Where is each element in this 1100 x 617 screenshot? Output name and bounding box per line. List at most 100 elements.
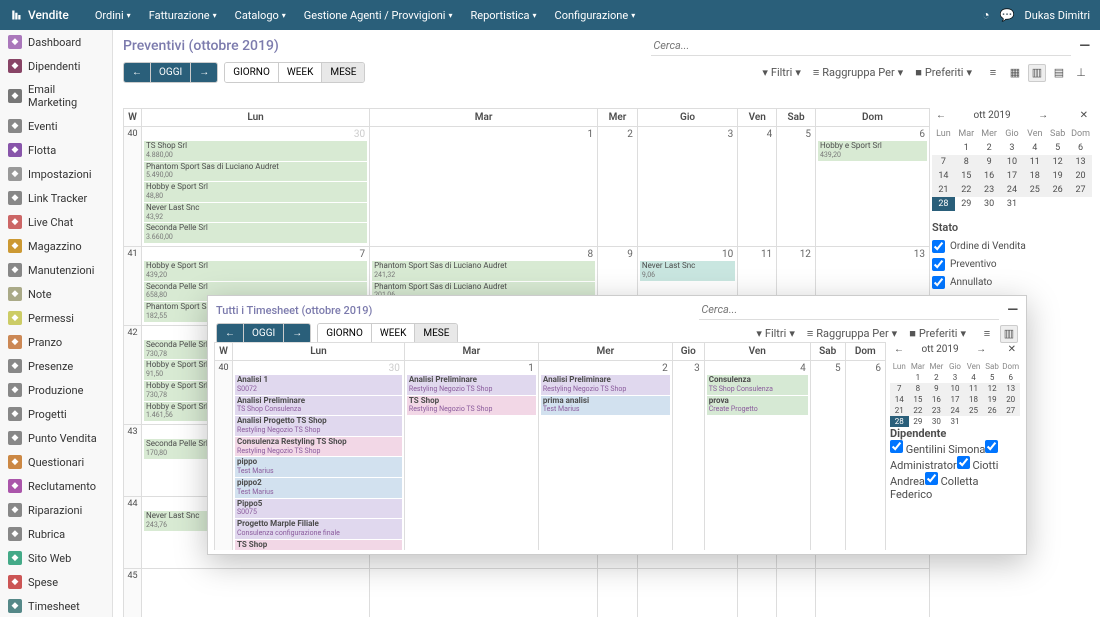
mini-day[interactable]: 22 <box>909 405 928 416</box>
mini-day[interactable]: 31 <box>946 416 965 427</box>
mini-day[interactable]: 26 <box>1046 183 1069 197</box>
mini-day[interactable] <box>983 416 1002 427</box>
topnav-menu-ordini[interactable]: Ordini ▾ <box>87 5 139 26</box>
calendar-day[interactable]: 4 <box>738 127 777 247</box>
calendar-day[interactable]: 3 <box>637 127 737 247</box>
overlay-calendar-view-icon[interactable]: ▥ <box>1000 325 1018 343</box>
mini-day[interactable] <box>890 372 909 383</box>
mini-day[interactable] <box>964 416 983 427</box>
dip-checkbox-gentilini-simona[interactable]: Gentilini Simona <box>890 443 985 456</box>
calendar-event[interactable]: Seconda Pelle Srl3.660,00 <box>144 223 367 243</box>
mini-day[interactable]: 30 <box>927 416 946 427</box>
sidebar-item-produzione[interactable]: ◆Produzione <box>0 378 112 402</box>
mini-day[interactable]: 12 <box>1046 155 1069 169</box>
timesheet-event[interactable]: provaCreate Progetto <box>707 396 808 416</box>
mini-day[interactable]: 29 <box>955 197 978 211</box>
overlay-mini-close-icon[interactable]: ✕ <box>1004 342 1020 357</box>
view-week[interactable]: WEEK <box>372 324 416 343</box>
mini-day[interactable]: 7 <box>932 155 955 169</box>
mini-day[interactable]: 13 <box>1001 383 1020 394</box>
overlay-calendar-day[interactable]: 1Analisi PreliminareRestyling Negozio TS… <box>404 361 538 551</box>
mini-prev-icon[interactable]: ← <box>932 108 950 123</box>
timesheet-event[interactable]: Analisi Progetto TS ShopRestyling Negozi… <box>235 416 402 436</box>
sidebar-item-progetti[interactable]: ◆Progetti <box>0 402 112 426</box>
mini-day[interactable]: 3 <box>946 372 965 383</box>
mini-day[interactable]: 5 <box>1046 141 1069 155</box>
timesheet-event[interactable]: Pippo5S0075 <box>235 499 402 519</box>
pivot-view-icon[interactable]: ▤ <box>1050 64 1068 82</box>
user-menu[interactable]: Dukas Dimitri <box>1025 9 1090 22</box>
mini-day[interactable]: 27 <box>1069 183 1092 197</box>
mini-day[interactable]: 2 <box>978 141 1001 155</box>
graph-view-icon[interactable]: ⊥ <box>1072 64 1090 82</box>
search-input[interactable] <box>651 36 1071 56</box>
calendar-day[interactable] <box>142 569 370 617</box>
mini-day[interactable]: 17 <box>946 394 965 405</box>
stato-checkbox-preventivo[interactable]: Preventivo <box>932 258 1092 271</box>
timesheet-event[interactable]: TS ShopRestyling Negozio TS Shop <box>407 396 536 416</box>
timesheet-event[interactable]: TS ShopRestyling Negozio TS Shop <box>235 540 402 550</box>
overlay-mini-next-icon[interactable]: → <box>972 342 990 357</box>
today-button[interactable]: OGGI <box>151 63 191 82</box>
sidebar-item-riparazioni[interactable]: ◆Riparazioni <box>0 498 112 522</box>
mini-day[interactable]: 13 <box>1069 155 1092 169</box>
mini-day[interactable]: 6 <box>1069 141 1092 155</box>
mini-day[interactable]: 8 <box>955 155 978 169</box>
mini-close-icon[interactable]: ✕ <box>1076 108 1092 123</box>
timesheet-event[interactable]: Consulenza Restyling TS ShopRestyling Ne… <box>235 437 402 457</box>
stato-checkbox-ordine-di-vendita[interactable]: Ordine di Vendita <box>932 240 1092 253</box>
mini-day[interactable]: 20 <box>1001 394 1020 405</box>
overlay-calendar-day[interactable]: 5 <box>810 361 845 551</box>
mini-day[interactable]: 24 <box>946 405 965 416</box>
activity-icon[interactable]: ◔ <box>982 8 989 22</box>
mini-day[interactable]: 27 <box>1001 405 1020 416</box>
overlay-filters-dropdown[interactable]: ▾ Filtri ▾ <box>756 327 795 340</box>
mini-day[interactable] <box>1046 197 1069 211</box>
mini-day[interactable]: 29 <box>909 416 928 427</box>
sidebar-item-reclutamento[interactable]: ◆Reclutamento <box>0 474 112 498</box>
sidebar-item-email-marketing[interactable]: ◆Email Marketing <box>0 78 112 114</box>
calendar-day[interactable]: 5 <box>777 127 816 247</box>
overlay-mini-prev-icon[interactable]: ← <box>890 342 908 357</box>
mini-day[interactable]: 4 <box>1023 141 1046 155</box>
mini-day[interactable]: 15 <box>955 169 978 183</box>
mini-day[interactable] <box>932 141 955 155</box>
mini-day[interactable]: 14 <box>890 394 909 405</box>
sidebar-item-link-tracker[interactable]: ◆Link Tracker <box>0 186 112 210</box>
kanban-view-icon[interactable]: ▦ <box>1006 64 1024 82</box>
topnav-menu-fatturazione[interactable]: Fatturazione ▾ <box>141 5 225 26</box>
overlay-calendar-day[interactable]: 6 <box>845 361 885 551</box>
overlay-calendar-day[interactable]: 3 <box>672 361 704 551</box>
overlay-calendar-day[interactable]: 30Analisi 1S0072Analisi PreliminareTS Sh… <box>233 361 405 551</box>
timesheet-event[interactable]: pippo2Test Marius <box>235 478 402 498</box>
mini-day[interactable]: 25 <box>964 405 983 416</box>
mini-day[interactable]: 9 <box>927 383 946 394</box>
calendar-event[interactable]: Hobby e Sport Srl439,20 <box>144 261 367 281</box>
mini-day[interactable]: 30 <box>978 197 1001 211</box>
calendar-day[interactable] <box>777 569 816 617</box>
calendar-event[interactable]: Phantom Sport Sas di Luciano Audret241,3… <box>372 261 595 281</box>
mini-day[interactable]: 17 <box>1001 169 1024 183</box>
mini-day[interactable]: 1 <box>909 372 928 383</box>
mini-day[interactable]: 16 <box>978 169 1001 183</box>
mini-day[interactable]: 12 <box>983 383 1002 394</box>
overlay-calendar-day[interactable]: 2Analisi PreliminareRestyling Negozio TS… <box>538 361 672 551</box>
sidebar-item-note[interactable]: ◆Note <box>0 282 112 306</box>
overlay-groupby-dropdown[interactable]: ≡ Raggruppa Per ▾ <box>807 327 897 340</box>
timesheet-event[interactable]: Progetto Marple FilialeConsulenza config… <box>235 519 402 539</box>
mini-day[interactable]: 28 <box>890 416 909 427</box>
calendar-event[interactable]: TS Shop Srl4.880,00 <box>144 141 367 161</box>
mini-day[interactable]: 3 <box>1001 141 1024 155</box>
list-view-icon[interactable]: ≡ <box>984 64 1002 82</box>
mini-day[interactable]: 21 <box>932 183 955 197</box>
mini-day[interactable]: 10 <box>1001 155 1024 169</box>
sidebar-item-presenze[interactable]: ◆Presenze <box>0 354 112 378</box>
sidebar-item-eventi[interactable]: ◆Eventi <box>0 114 112 138</box>
sidebar-item-punto-vendita[interactable]: ◆Punto Vendita <box>0 426 112 450</box>
sidebar-item-rubrica[interactable]: ◆Rubrica <box>0 522 112 546</box>
timesheet-event[interactable]: Analisi PreliminareTS Shop Consulenza <box>235 396 402 416</box>
view-giorno[interactable]: GIORNO <box>225 63 279 82</box>
overlay-calendar-day[interactable]: 4ConsulenzaTS Shop ConsulenzaprovaCreate… <box>704 361 810 551</box>
view-week[interactable]: WEEK <box>279 63 323 82</box>
calendar-day[interactable]: 30TS Shop Srl4.880,00Phantom Sport Sas d… <box>142 127 370 247</box>
